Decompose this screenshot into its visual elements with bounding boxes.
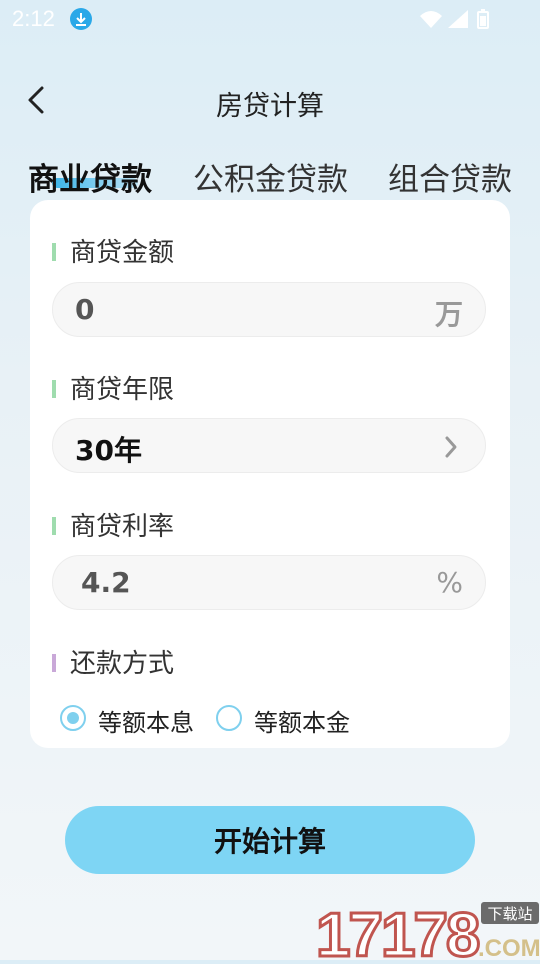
svg-text:.COM: .COM (478, 935, 540, 960)
term-select[interactable]: 30年 (52, 418, 486, 473)
nav-bar: 房贷计算 (0, 70, 540, 130)
svg-text:下载站: 下载站 (487, 905, 532, 923)
page-title: 房贷计算 (216, 91, 324, 122)
wifi-icon (420, 11, 442, 28)
radio-label: 等额本金 (254, 709, 350, 737)
status-time: 2:12 (12, 6, 55, 31)
status-icons (418, 8, 502, 34)
rate-label: 商贷利率 (52, 506, 174, 543)
loan-type-tabs: 商业贷款 公积金贷款 组合贷款 (0, 150, 540, 198)
label-accent-bar (52, 379, 56, 398)
chevron-right-icon (443, 435, 459, 463)
tab-combined-loan[interactable]: 组合贷款 (388, 154, 512, 199)
amount-label: 商贷金额 (52, 232, 174, 269)
svg-text:17178: 17178 (316, 901, 479, 960)
download-icon (70, 8, 92, 30)
status-bar: 2:12 (0, 0, 540, 36)
signal-icon (448, 10, 468, 28)
rate-unit: % (436, 566, 463, 599)
radio-label: 等额本息 (98, 709, 194, 737)
label-accent-bar (52, 653, 56, 672)
term-label: 商贷年限 (52, 369, 174, 406)
radio-unchecked-icon (216, 705, 242, 731)
calculate-button[interactable]: 开始计算 (65, 806, 475, 874)
label-accent-bar (52, 516, 56, 535)
amount-unit: 万 (434, 298, 463, 331)
rate-input[interactable]: 4.2 % (52, 555, 486, 610)
site-watermark-logo: 17178 下载站 .COM (315, 898, 540, 964)
battery-icon (477, 9, 489, 29)
term-value: 30年 (75, 434, 142, 467)
amount-value: 0 (75, 293, 95, 326)
tab-commercial-loan[interactable]: 商业贷款 (28, 154, 152, 199)
tab-provident-fund-loan[interactable]: 公积金贷款 (193, 154, 348, 199)
form-card: 商贷金额 0 万 商贷年限 30年 商贷利率 4.2 % 还款方式 等额本息 等… (30, 200, 510, 748)
amount-input[interactable]: 0 万 (52, 282, 486, 337)
rate-value: 4.2 (81, 566, 131, 599)
repayment-label: 还款方式 (52, 643, 174, 680)
label-accent-bar (52, 242, 56, 261)
radio-checked-icon (60, 705, 86, 731)
